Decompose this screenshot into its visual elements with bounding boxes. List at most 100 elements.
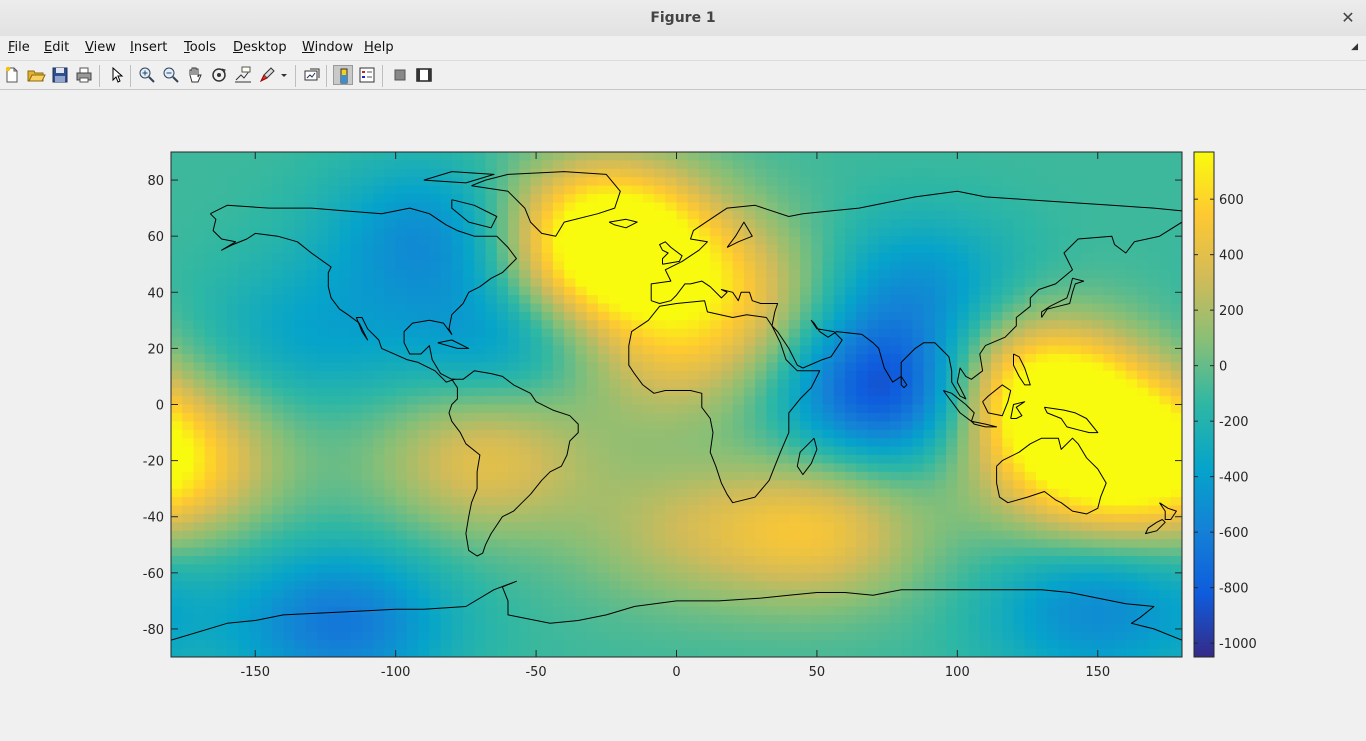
dock-arrow-icon[interactable]: ◢ [1351,42,1358,52]
heatmap-cell [215,530,228,540]
heatmap-cell [609,253,621,262]
heatmap-cell [597,530,610,540]
heatmap-cell [901,539,913,549]
heatmap-cell [1170,362,1182,372]
heatmap-cell [171,295,183,305]
heatmap-cell [743,463,756,473]
heatmap-cell [755,354,767,363]
heatmap-cell [609,160,621,170]
heatmap-cell [451,539,464,549]
heatmap-cell [395,556,408,565]
heatmap-cell [766,269,779,279]
heatmap-cell [418,337,430,347]
heatmap-cell [934,463,947,473]
heatmap-cell [272,547,284,557]
heatmap-cell [721,513,734,523]
menu-tools[interactable]: Tools [184,39,216,57]
folder-open-icon[interactable] [26,65,46,85]
heatmap-cell [373,278,385,288]
heatmap-cell [530,463,543,473]
heatmap-cell [182,295,194,305]
heatmap-cell [665,168,678,178]
menu-file[interactable]: File [8,39,30,57]
heatmap-cell [1013,168,1026,178]
heatmap-cell [901,488,913,498]
heatmap-cell [328,362,341,372]
heatmap-cell [283,396,296,406]
heatmap-cell [463,362,475,372]
zoom-in-icon[interactable] [137,65,157,85]
heatmap-cell [743,547,756,557]
menu-view[interactable]: View [85,39,116,57]
menu-window[interactable]: Window [302,39,353,57]
heatmap-cell [867,396,880,406]
hand-icon[interactable] [185,65,205,85]
heatmap-cell [541,379,554,389]
heatmap-cell [654,269,666,279]
heatmap-cell [788,152,801,161]
menu-help[interactable]: Help [364,39,394,57]
heatmap-cell [867,480,880,490]
heatmap-cell [822,513,835,523]
legend-icon[interactable] [357,65,377,85]
heatmap-cell [687,168,700,178]
heatmap-cell [597,564,610,574]
heatmap-cell [238,429,251,439]
heatmap-cell [710,261,722,271]
heatmap-cell [227,556,239,565]
heatmap-cell [227,471,239,481]
data-cursor-icon[interactable] [233,65,253,85]
heatmap-cell [575,261,588,271]
heatmap-cell [171,539,183,549]
heatmap-cell [777,261,790,271]
heatmap-cell [395,530,408,540]
heatmap-cell [934,404,947,414]
heatmap-cell [957,471,970,481]
heatmap-cell [946,160,958,170]
heatmap-cell [968,210,981,220]
heatmap-cell [620,547,633,557]
heatmap-cell [732,387,745,397]
heatmap-cell [249,379,262,389]
floppy-disk-icon[interactable] [50,65,70,85]
heatmap-cell [328,194,341,204]
heatmap-cell [294,286,307,296]
heatmap-cell [362,362,374,372]
printer-icon[interactable] [74,65,94,85]
heatmap-cell [609,227,621,237]
show-plot-tools-icon[interactable] [414,65,434,85]
heatmap-cell [552,354,565,363]
colorbar-icon[interactable] [333,65,353,85]
close-icon[interactable]: ✕ [1338,8,1358,28]
heatmap-cell [631,480,644,490]
heatmap-cell [575,530,588,540]
heatmap-cell [856,429,868,439]
heatmap-cell [901,286,913,296]
heatmap-cell [384,303,397,313]
heatmap-cell [597,354,610,363]
rotate-3d-icon[interactable] [209,65,229,85]
chevron-down-icon[interactable] [279,65,289,85]
heatmap-cell [878,328,891,338]
heatmap-cell [586,379,599,389]
heatmap-cell [631,337,644,347]
heatmap-cell [1058,455,1071,464]
new-file-icon[interactable] [2,65,22,85]
hide-plot-tools-icon[interactable] [390,65,410,85]
zoom-out-icon[interactable] [161,65,181,85]
arrow-pointer-icon[interactable] [106,65,126,85]
heatmap-cell [283,185,296,195]
menu-desktop[interactable]: Desktop [233,39,287,57]
menu-insert[interactable]: Insert [130,39,167,57]
heatmap-cell [294,480,307,490]
heatmap-cell [867,522,880,532]
heatmap-cell [687,269,700,279]
heatmap-cell [474,606,487,616]
link-plot-icon[interactable] [302,65,322,85]
heatmap-cell [1125,488,1138,498]
heatmap-cell [845,404,857,414]
heatmap-cell [912,227,925,237]
menu-edit[interactable]: Edit [44,39,69,57]
heatmap-cell [429,311,442,321]
brush-icon[interactable] [257,65,277,85]
